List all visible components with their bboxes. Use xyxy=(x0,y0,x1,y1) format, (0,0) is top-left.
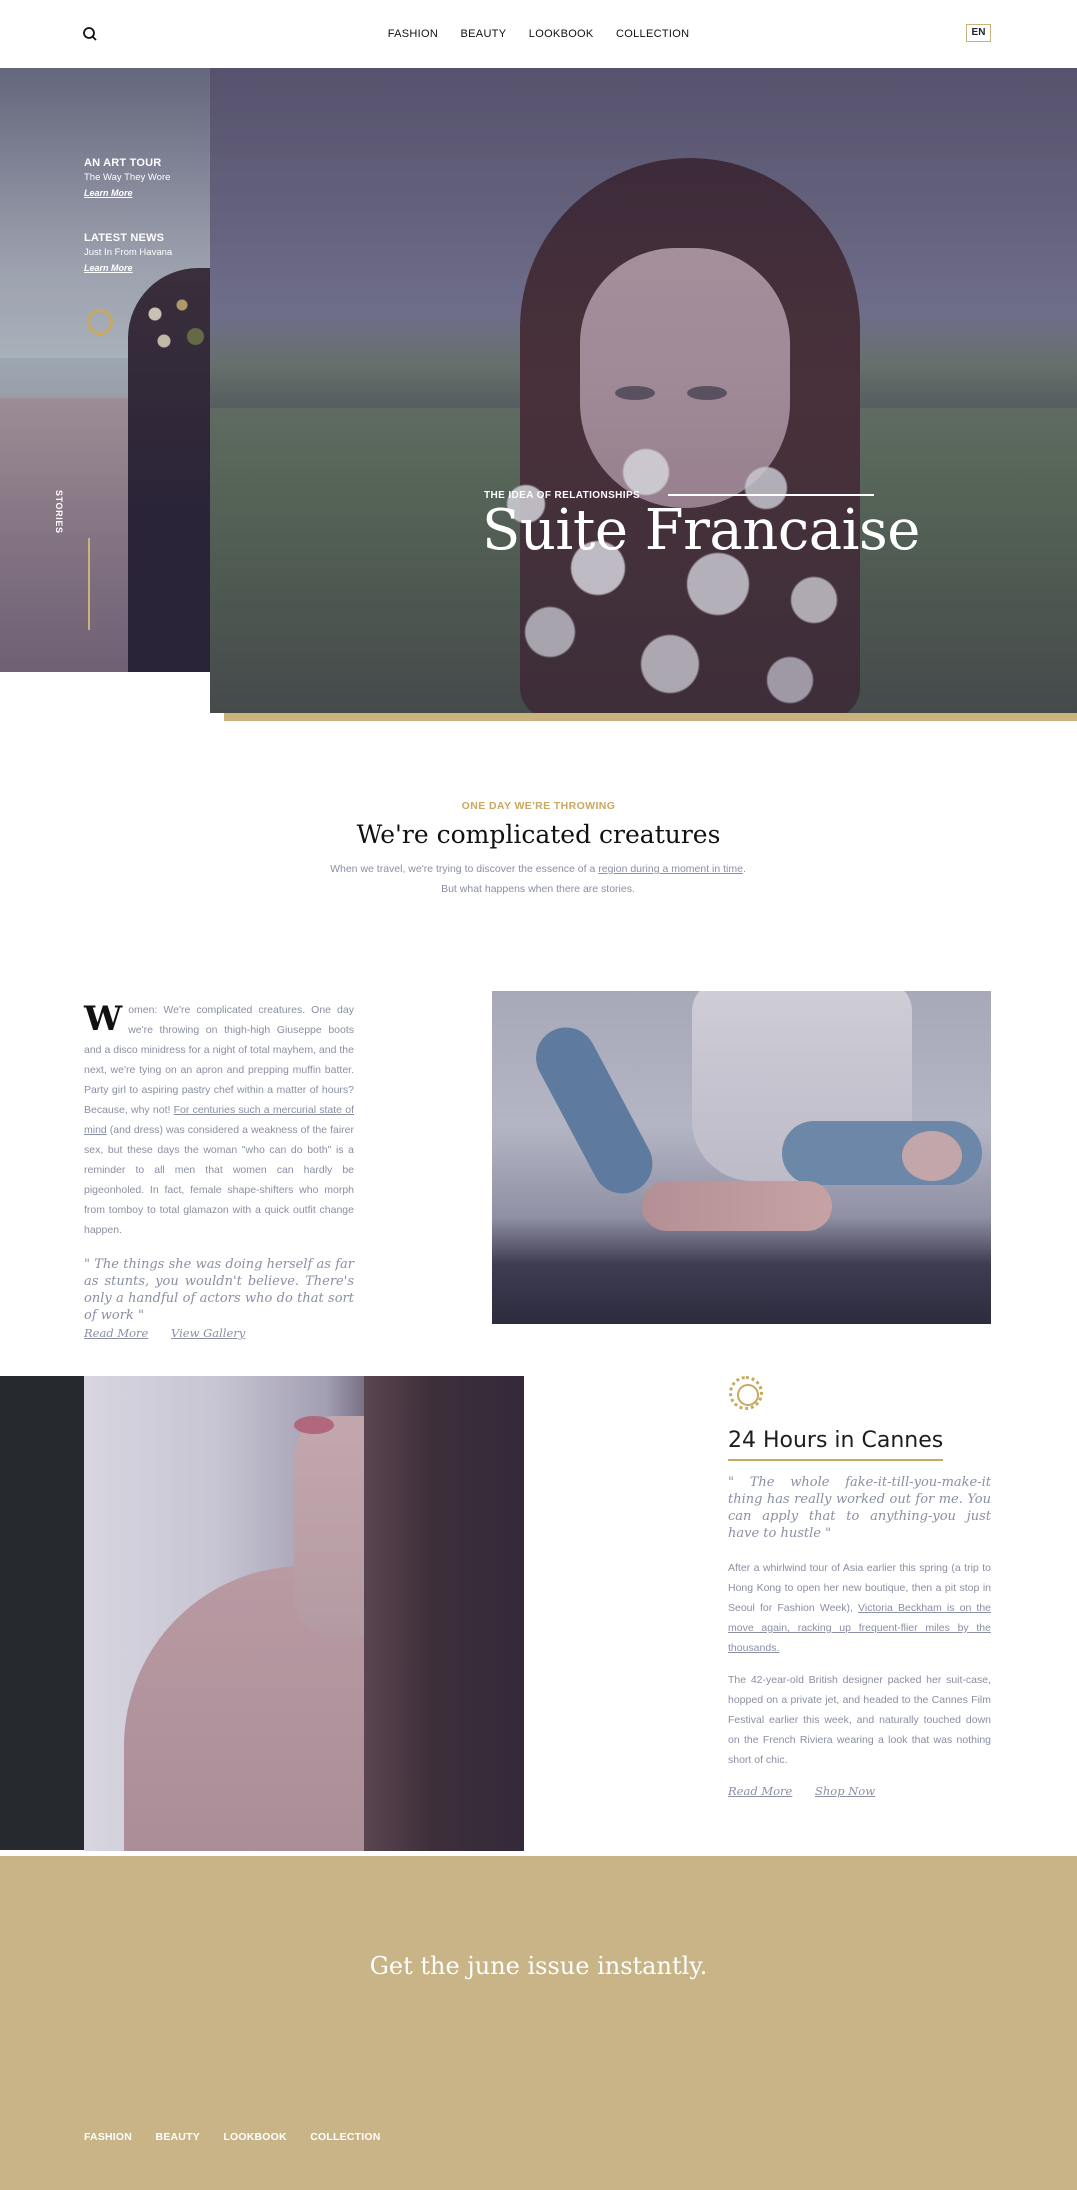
footer-title: Get the june issue instantly. xyxy=(369,1952,708,1980)
jeans-photo xyxy=(492,991,991,1324)
footer-nav-lookbook[interactable]: LOOKBOOK xyxy=(223,2131,286,2143)
hero-kicker-line xyxy=(668,494,874,496)
article-paragraph: The 42-year-old British designer packed … xyxy=(728,1674,991,1766)
hero-overlay xyxy=(210,68,1077,713)
language-switcher[interactable]: EN xyxy=(966,24,991,42)
photo-leg xyxy=(525,1016,663,1205)
story-art-tour: AN ART TOUR The Way They Wore Learn More xyxy=(84,157,170,201)
article-text-end: (and dress) was considered a weakness of… xyxy=(84,1124,354,1236)
article-text-start: omen: We're complicated creatures. One d… xyxy=(84,1004,354,1116)
story-title: AN ART TOUR xyxy=(84,157,162,169)
story-learn-more-link[interactable]: Learn More xyxy=(84,188,133,198)
story-subtitle: Just In From Havana xyxy=(84,247,173,258)
drop-cap: W xyxy=(84,999,123,1039)
intro-title: We're complicated creatures xyxy=(356,820,721,849)
article-paragraph: After a whirlwind tour of Asia earlier t… xyxy=(728,1558,991,1658)
nav-item-lookbook[interactable]: LOOKBOOK xyxy=(529,28,594,40)
flower-wreath xyxy=(128,278,210,368)
footer-nav: FASHION BEAUTY LOOKBOOK COLLECTION xyxy=(84,2127,400,2145)
article-body: Women: We're complicated creatures. One … xyxy=(84,1000,354,1240)
shop-now-link[interactable]: Shop Now xyxy=(815,1784,875,1798)
hero-accent-bar xyxy=(224,713,1077,721)
read-more-link[interactable]: Read More xyxy=(728,1784,792,1798)
footer-nav-beauty[interactable]: BEAUTY xyxy=(156,2131,200,2143)
story-learn-more-link[interactable]: Learn More xyxy=(84,263,133,273)
view-gallery-link[interactable]: View Gallery xyxy=(171,1326,245,1340)
hero-title: Suite Francaise xyxy=(482,498,920,563)
article-quote: " The whole fake-it-till-you-make-it thi… xyxy=(728,1475,991,1541)
site-header: FASHION BEAUTY LOOKBOOK COLLECTION EN xyxy=(0,0,1077,68)
photo-feet xyxy=(642,1181,832,1231)
dark-accent-strip xyxy=(0,1376,84,1850)
nav-item-collection[interactable]: COLLECTION xyxy=(616,28,689,40)
photo-knee xyxy=(902,1131,962,1181)
intro-link[interactable]: region during a moment in time xyxy=(598,863,743,875)
intro-text: When we travel, we're trying to discover… xyxy=(326,859,750,899)
photo-hair xyxy=(364,1376,524,1851)
main-nav: FASHION BEAUTY LOOKBOOK COLLECTION xyxy=(0,24,1077,42)
intro-text-start: When we travel, we're trying to discover… xyxy=(330,863,599,875)
vertical-divider xyxy=(88,538,90,630)
footer-nav-fashion[interactable]: FASHION xyxy=(84,2131,132,2143)
stories-vertical-label: STORIES xyxy=(54,490,64,534)
story-title: LATEST NEWS xyxy=(84,232,165,244)
sun-ring-icon xyxy=(729,1376,763,1410)
shoulder-photo xyxy=(84,1376,524,1851)
pull-quote: " The things she was doing herself as fa… xyxy=(84,1257,354,1323)
article-links: Read More View Gallery xyxy=(84,1326,264,1340)
article-links: Read More Shop Now xyxy=(728,1784,894,1798)
photo-lips xyxy=(294,1416,334,1434)
hero-image xyxy=(210,68,1077,713)
article-title: 24 Hours in Cannes xyxy=(728,1428,944,1461)
intro-kicker: ONE DAY WE'RE THROWING xyxy=(461,800,616,812)
story-latest-news: LATEST NEWS Just In From Havana Learn Mo… xyxy=(84,232,172,276)
read-more-link[interactable]: Read More xyxy=(84,1326,148,1340)
ring-icon xyxy=(87,309,113,335)
nav-item-fashion[interactable]: FASHION xyxy=(388,28,438,40)
nav-item-beauty[interactable]: BEAUTY xyxy=(461,28,507,40)
story-subtitle: The Way They Wore xyxy=(84,172,171,183)
footer-nav-collection[interactable]: COLLECTION xyxy=(310,2131,380,2143)
